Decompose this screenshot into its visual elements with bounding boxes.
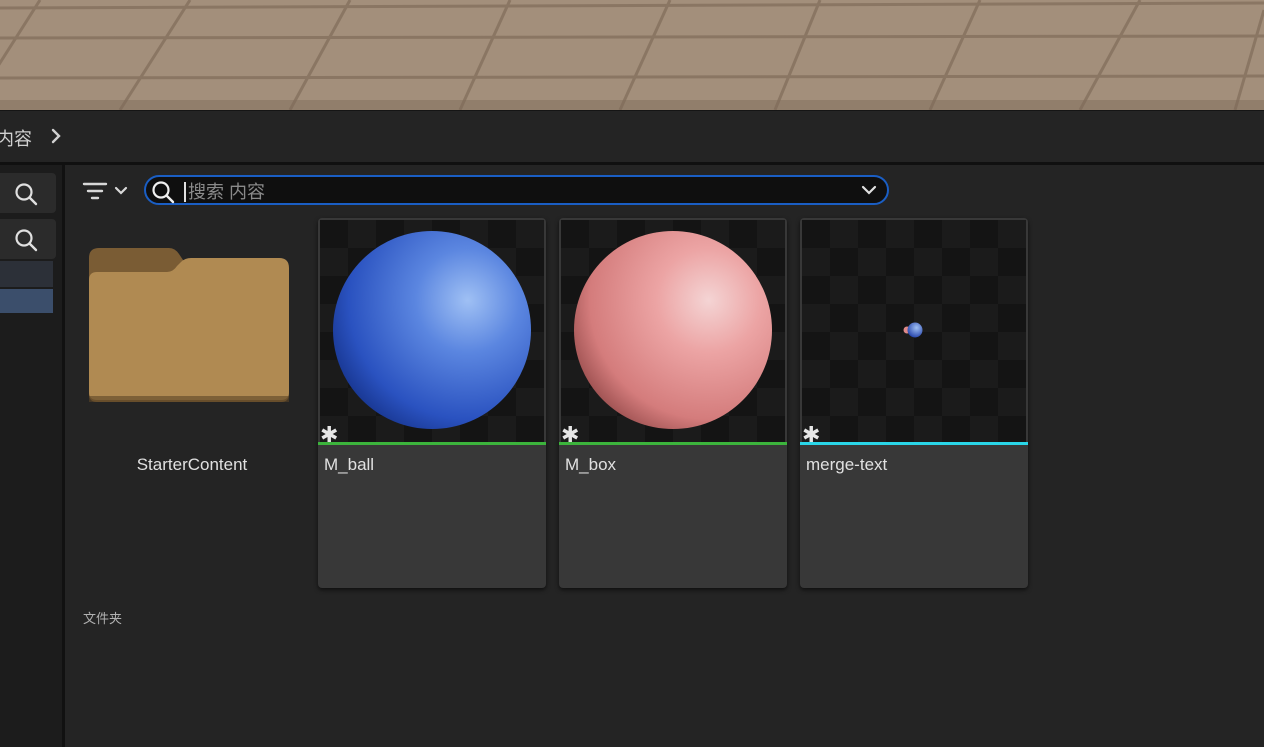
breadcrumb-item-content[interactable]: 内容 — [0, 125, 32, 151]
sphere-icon — [333, 231, 531, 429]
level-viewport[interactable] — [0, 0, 1264, 110]
mesh-preview-icon — [903, 322, 923, 338]
filter-button[interactable] — [81, 177, 131, 205]
asset-name: merge-text — [806, 455, 888, 474]
sidebar-tree-row[interactable] — [0, 261, 53, 287]
asset-type-color-bar — [559, 442, 787, 445]
sidebar-search-button-2[interactable] — [0, 219, 56, 259]
sidebar-tree-row-selected[interactable] — [0, 289, 53, 313]
search-input[interactable] — [186, 179, 850, 205]
asset-tile-material[interactable]: ✱ M_box 材质 — [559, 218, 787, 588]
asset-name: M_ball — [324, 455, 375, 474]
search-icon — [15, 183, 38, 206]
asset-tile-folder[interactable]: StarterContent 文件夹 — [81, 218, 309, 626]
chevron-right-icon[interactable] — [48, 127, 66, 145]
asset-name: StarterContent — [136, 455, 248, 474]
asset-type-color-bar — [318, 442, 546, 445]
sources-sidebar — [0, 165, 62, 747]
asset-type-color-bar — [800, 442, 1028, 445]
asset-thumbnail — [561, 220, 785, 442]
asset-name: M_box — [565, 455, 617, 474]
filter-icon — [82, 182, 128, 200]
content-browser-main: StarterContent 文件夹 ✱ M_ball 材质 — [65, 165, 1264, 747]
breadcrumb: 内容 — [0, 110, 1264, 163]
asset-tile-static-mesh[interactable]: ✱ merge-text 静态网格体 — [800, 218, 1028, 588]
floor-grid — [0, 0, 1264, 110]
asset-thumbnail — [802, 220, 1026, 442]
search-icon — [15, 229, 38, 252]
asset-tile-material[interactable]: ✱ M_ball 材质 — [318, 218, 546, 588]
asset-thumbnail — [320, 220, 544, 442]
asset-type: 文件夹 — [83, 611, 123, 626]
search-icon — [152, 181, 175, 204]
search-bar[interactable] — [144, 175, 889, 205]
chevron-down-icon[interactable] — [861, 184, 877, 196]
sphere-icon — [574, 231, 772, 429]
folder-icon — [89, 248, 289, 402]
sidebar-search-button[interactable] — [0, 173, 56, 213]
